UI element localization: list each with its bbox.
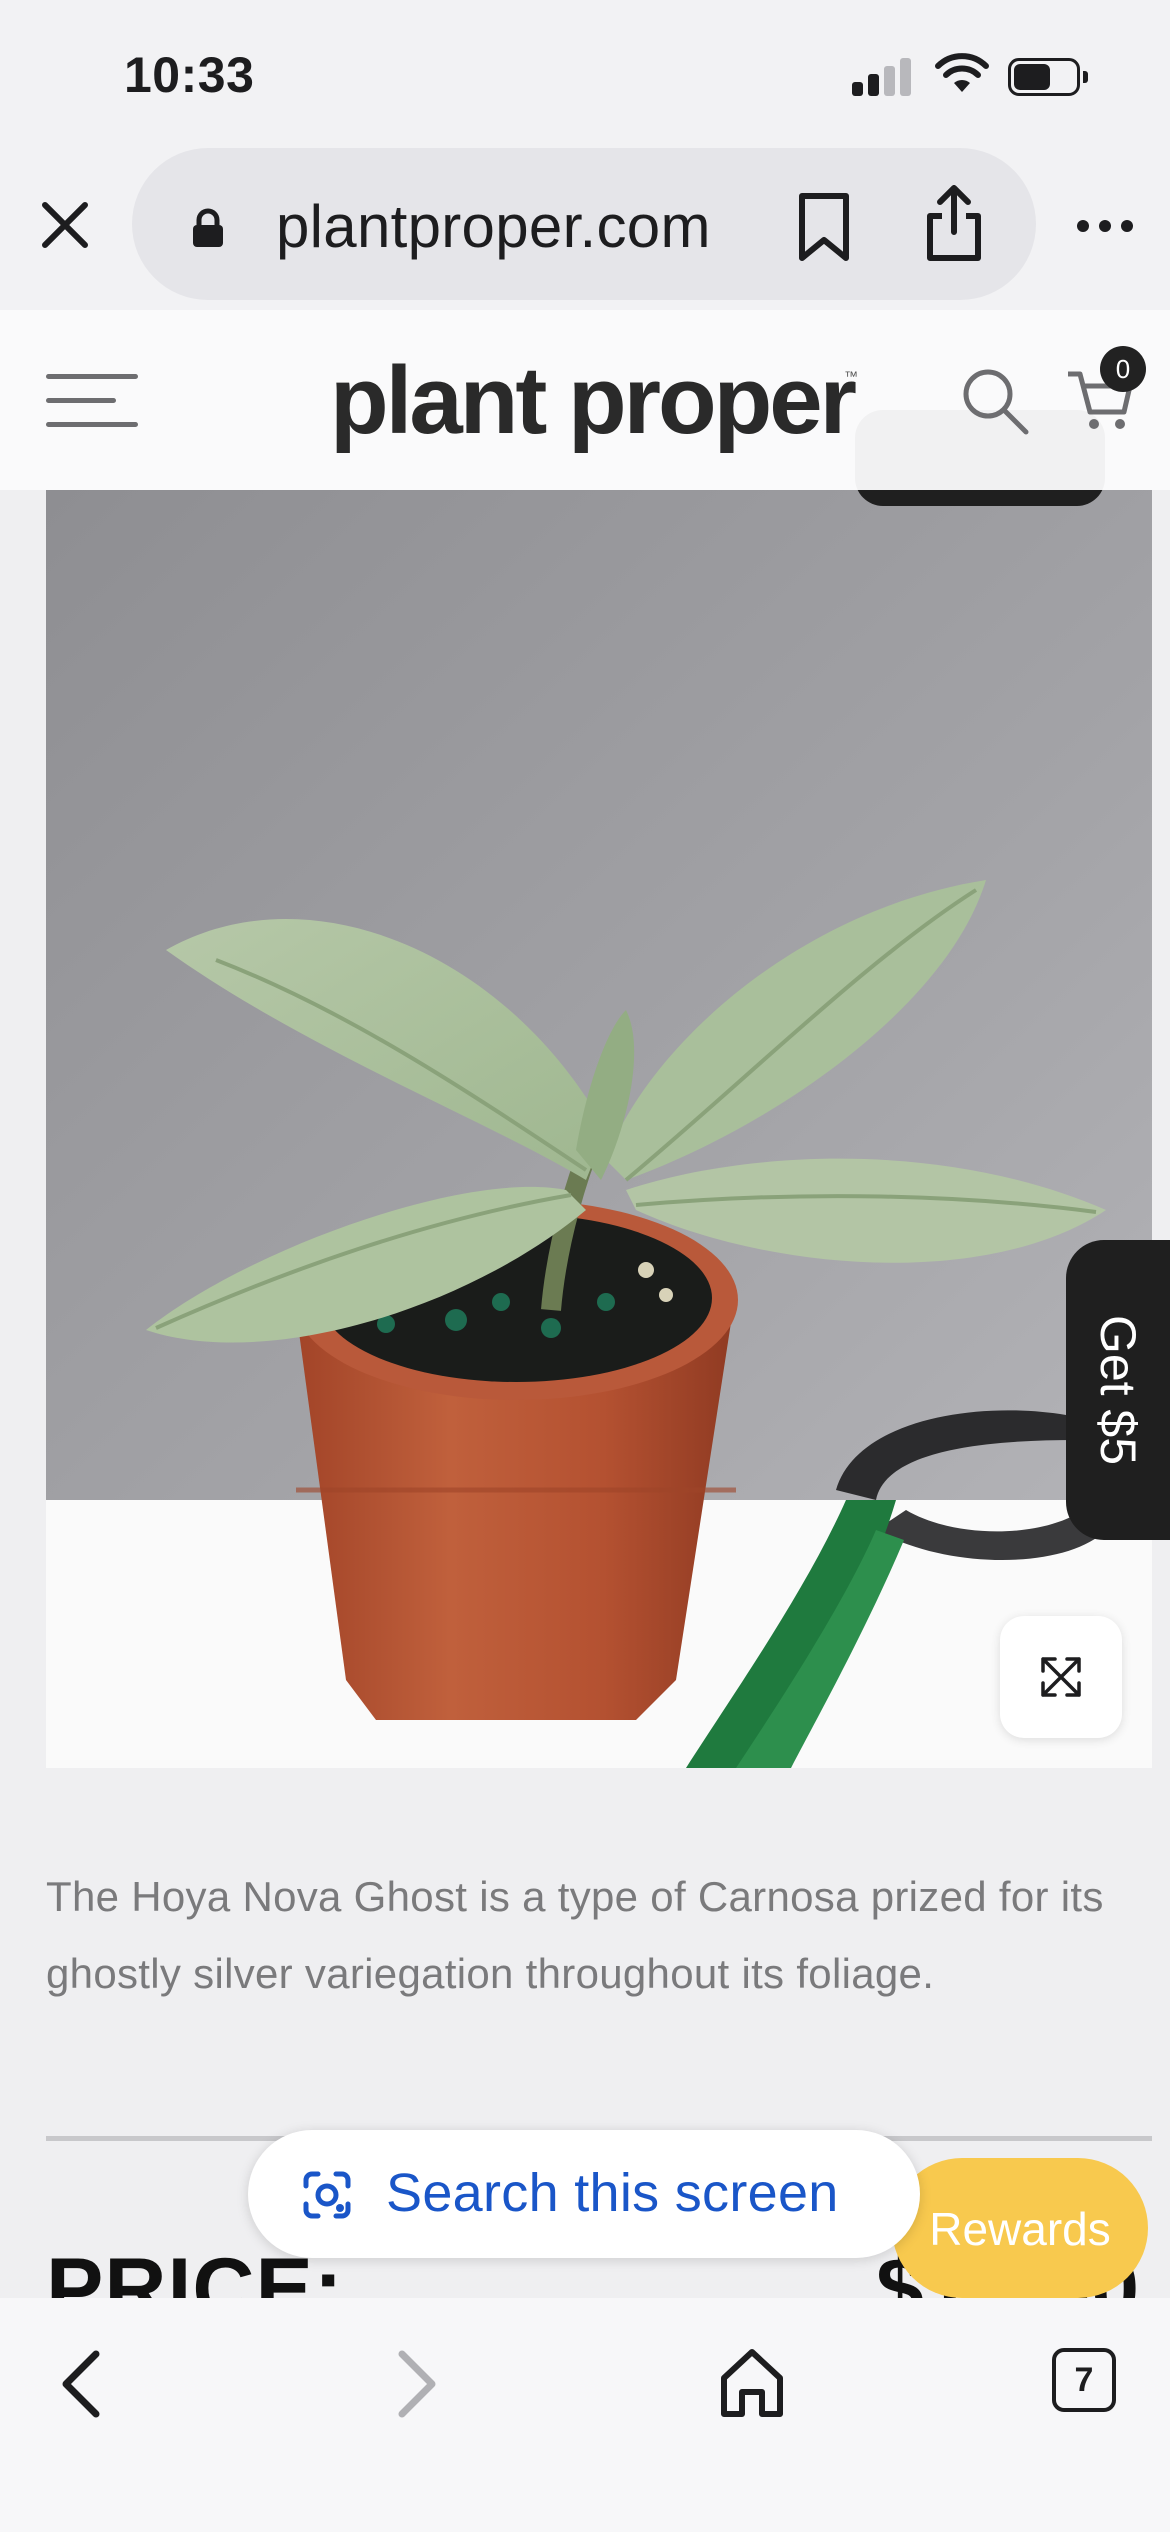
more-icon [1077,220,1089,232]
browser-bottom-bar: 7 [0,2298,1170,2532]
wifi-icon [935,53,989,92]
back-arrow-icon[interactable] [52,2344,112,2424]
product-description: The Hoya Nova Ghost is a type of Carnosa… [46,1873,1104,1997]
url-text: plantproper.com [276,193,711,260]
site-logo[interactable]: plant proper [330,346,857,456]
search-icon[interactable] [958,364,1032,438]
home-icon[interactable] [716,2342,788,2422]
bookmark-icon[interactable] [792,190,856,264]
plant-photo [46,490,1152,1768]
expand-icon [1041,1657,1081,1697]
battery-icon [1008,58,1088,96]
forward-arrow-icon[interactable] [386,2344,446,2424]
expand-image-button[interactable] [1000,1616,1122,1738]
cart-count-badge: 0 [1100,346,1146,392]
search-this-screen-label: Search this screen [386,2163,839,2223]
page-content[interactable]: plant proper ™ 0 Get $5 The Hoya Nova Gh… [0,310,1170,2298]
more-button[interactable] [1070,196,1140,256]
product-image[interactable] [46,490,1152,1768]
rewards-label: Rewards [929,2203,1111,2255]
cellular-signal-icon [852,56,914,96]
tabs-button[interactable]: 7 [1052,2348,1116,2412]
share-icon[interactable] [922,182,986,264]
browser-toolbar: plantproper.com [0,140,1170,310]
close-icon [42,202,88,248]
lock-icon [193,208,223,247]
site-header: plant proper ™ 0 [0,310,1170,490]
hamburger-menu-icon[interactable] [46,372,138,430]
search-this-screen-button[interactable]: Search this screen [248,2130,920,2258]
get-5-label: Get $5 [1090,1314,1146,1466]
close-button[interactable] [30,190,100,260]
status-bar: 10:33 [0,0,1170,140]
google-lens-icon [303,2171,351,2219]
status-time: 10:33 [124,47,255,103]
get-5-dollars-tab[interactable]: Get $5 [1066,1240,1170,1540]
address-bar[interactable]: plantproper.com [132,148,1036,300]
rewards-button[interactable]: Rewards [892,2158,1148,2298]
trademark-mark: ™ [844,368,858,384]
